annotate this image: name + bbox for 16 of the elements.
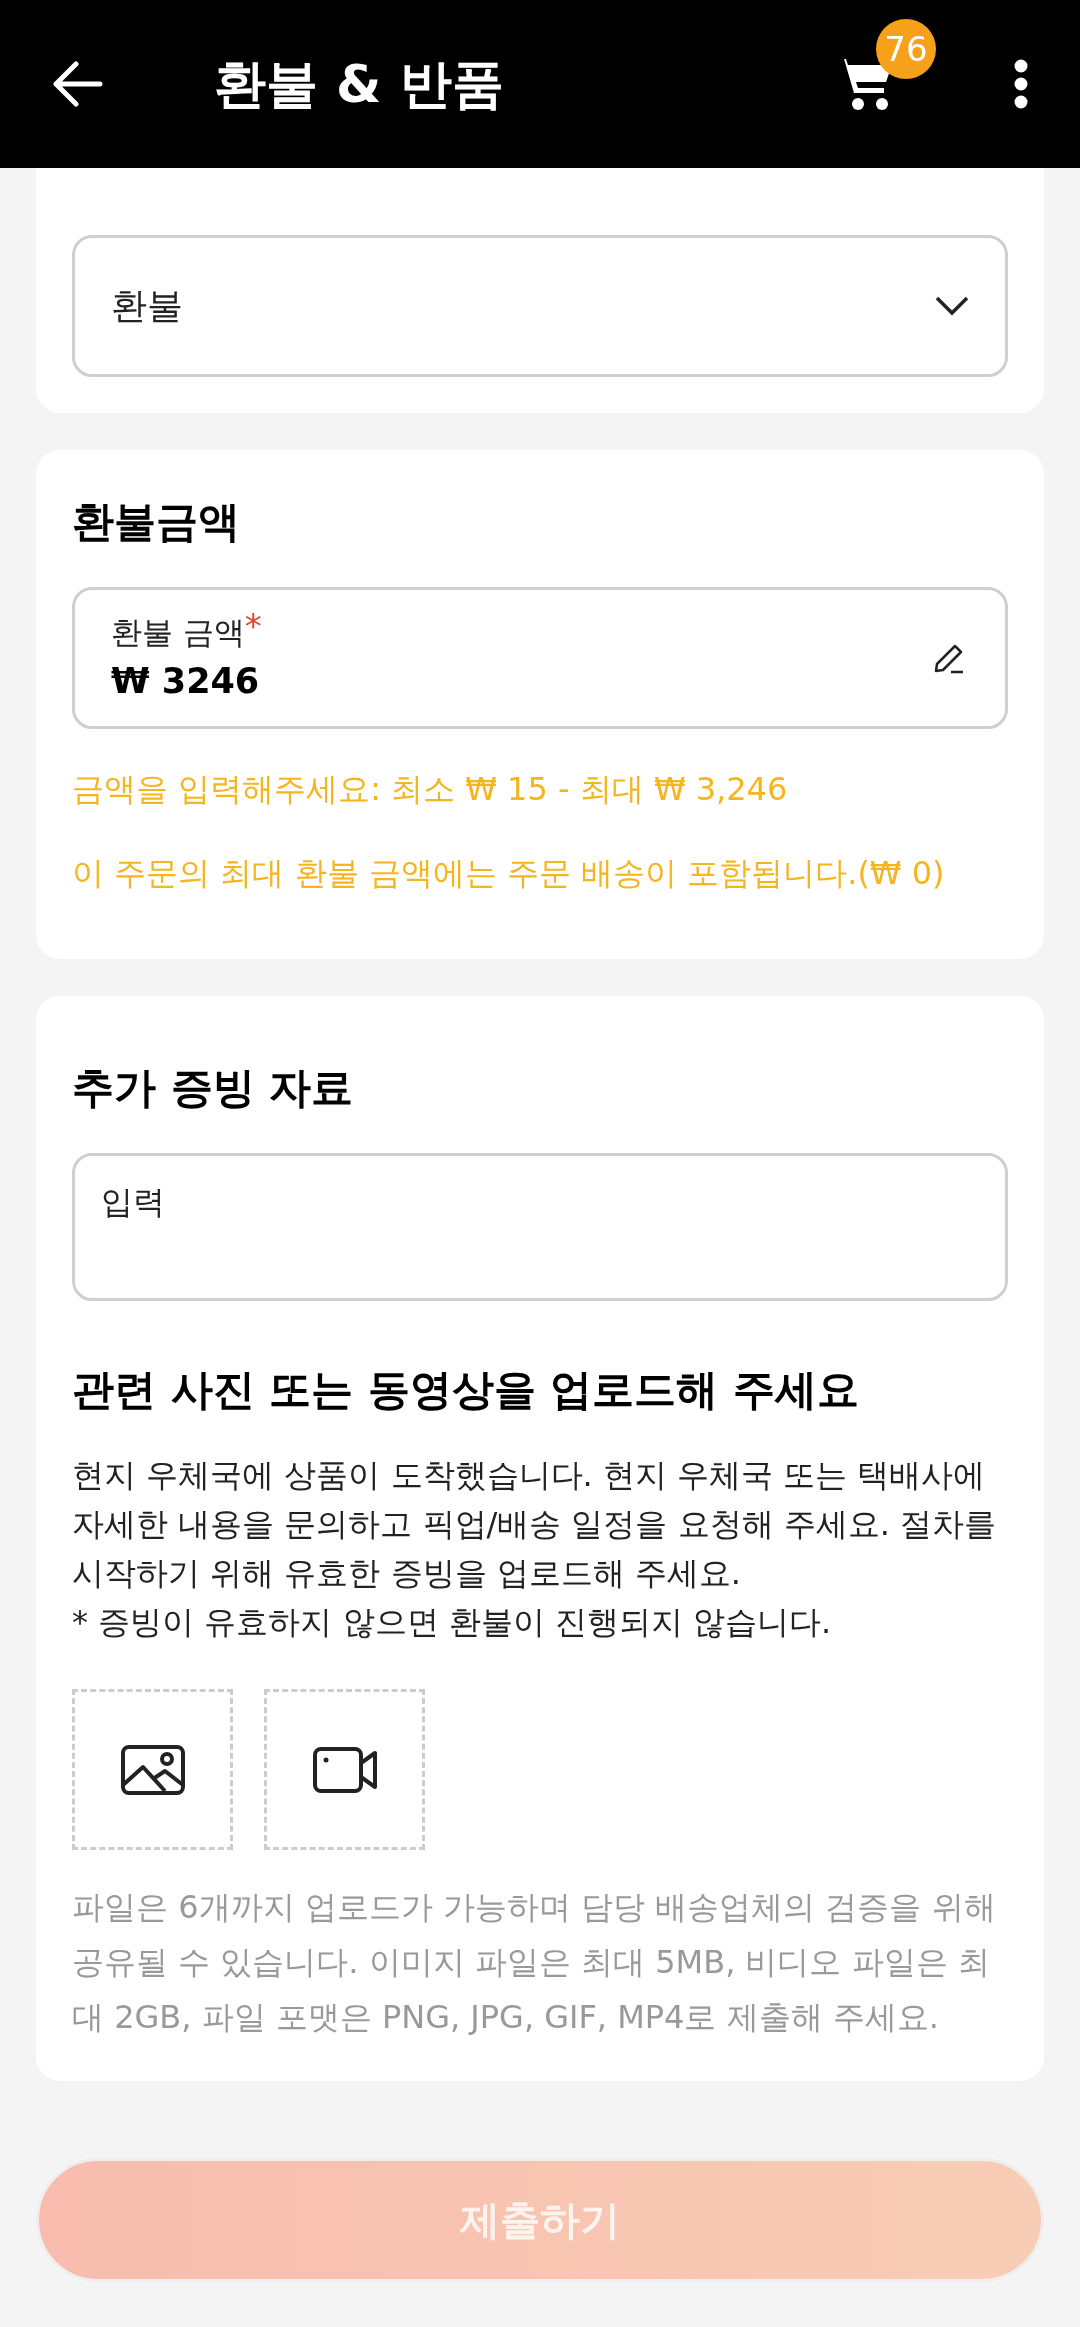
section-title: 환불금액 bbox=[72, 496, 241, 548]
section-title: 추가 증빙 자료 bbox=[72, 1062, 355, 1114]
request-type-dropdown[interactable]: 환불 bbox=[72, 235, 1008, 377]
hint-text: 이 주문의 최대 환불 금액에는 주문 배송이 포함됩니다.(₩ 0) bbox=[72, 853, 946, 894]
upload-description: 현지 우체국에 상품이 도착했습니다. 현지 우체국 또는 택배사에 자세한 내용을 문의하고 픽업/배송 일정을 요청해 주세요. 절차를 시작하기 위해 유효한 증빙을 업로드해 주세요. bbox=[72, 1455, 998, 1594]
file-upload-note: 파일은 6개까지 업로드가 가능하며 담당 배송업체의 검증을 위해 공유될 수 있습니다. 이미지 파일은 최대 5MB, 비디오 파일은 최대 2GB, 파일 포맷은 PNG, JPG, GIF, MP4로 제출해 주세요. bbox=[72, 1887, 997, 2038]
evidence-text-field[interactable]: 입력 bbox=[72, 1153, 1008, 1301]
required-mark: * bbox=[244, 608, 262, 648]
page-title: 환불 & 반품 bbox=[214, 53, 505, 116]
invalid-evidence-note: * 증빙이 유효하지 않으면 환불이 진행되지 않습니다. bbox=[72, 1602, 833, 1643]
cart-count-badge: 76 bbox=[876, 19, 936, 79]
upload-title: 관련 사진 또는 동영상을 업로드해 주세요 bbox=[72, 1364, 861, 1416]
refund-amount-field[interactable]: 환불 금액* ₩ 3246 bbox=[72, 587, 1008, 729]
hint-text: 금액을 입력해주세요: 최소 ₩ 15 - 최대 ₩ 3,246 bbox=[72, 769, 789, 810]
field-label: 환불 금액 bbox=[111, 612, 245, 652]
field-value: ₩ 3246 bbox=[111, 660, 261, 703]
